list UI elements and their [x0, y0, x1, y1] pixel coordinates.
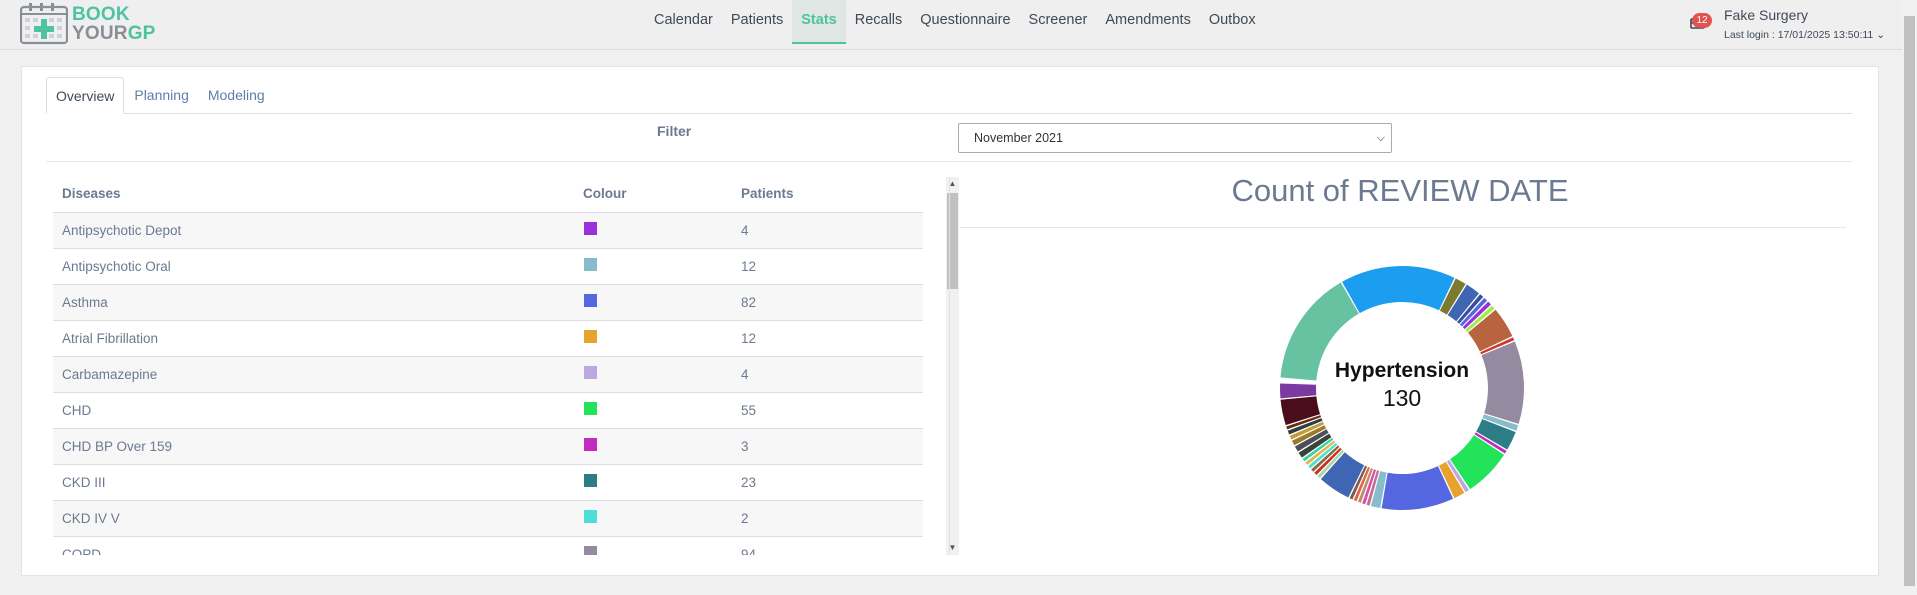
scroll-up-icon[interactable]: ▲ [946, 177, 959, 191]
donut-slice[interactable] [1481, 341, 1524, 424]
calendar-plus-icon [19, 3, 69, 45]
logo-line-2a: YOUR [72, 23, 128, 44]
colour-swatch [584, 366, 597, 379]
header-diseases[interactable]: Diseases [62, 186, 121, 201]
filter-row: Filter November 2021 ⌵ [46, 114, 1852, 162]
disease-name: Carbamazepine [62, 367, 158, 382]
donut-slice[interactable] [1320, 452, 1365, 498]
inbox-icon[interactable]: 12 [1688, 11, 1712, 31]
disease-name: CKD IV V [62, 511, 120, 526]
donut-center-value: 130 [1383, 385, 1421, 411]
disease-name: CHD [62, 403, 92, 418]
disease-name: Antipsychotic Oral [62, 259, 171, 274]
table-body: Antipsychotic Depot 4 Antipsychotic Oral 12… [53, 213, 923, 555]
colour-swatch [584, 330, 597, 343]
patient-count: 82 [741, 295, 757, 310]
disease-name: CKD III [62, 475, 106, 490]
nav-questionnaire[interactable]: Questionnaire [911, 0, 1019, 44]
donut-slice[interactable] [1342, 266, 1455, 314]
tab-modeling[interactable]: Modeling [199, 77, 274, 114]
colour-swatch [584, 474, 597, 487]
patient-count: 55 [741, 403, 757, 418]
patient-count: 94 [741, 547, 757, 555]
patient-count: 12 [741, 331, 757, 346]
table-row[interactable]: CKD IV V 2 [53, 501, 923, 537]
table-row[interactable]: CHD 55 [53, 393, 923, 429]
chart-title: Count of REVIEW DATE [1231, 173, 1569, 208]
chevron-down-icon: ⌵ [1376, 132, 1385, 144]
app-logo[interactable]: BOOK YOURGP [19, 3, 156, 45]
review-date-donut-chart: Hypertension 130 [1280, 266, 1524, 510]
main-nav: Calendar Patients Stats Recalls Question… [645, 0, 1265, 44]
nav-calendar[interactable]: Calendar [645, 0, 722, 44]
donut-slice[interactable] [1280, 396, 1321, 426]
chart-title-rule [960, 227, 1846, 228]
last-login-text: Last login : 17/01/2025 13:50:11 [1724, 29, 1874, 41]
table-row[interactable]: CKD III 23 [53, 465, 923, 501]
table-row[interactable]: Asthma 82 [53, 285, 923, 321]
tab-overview[interactable]: Overview [46, 77, 125, 114]
disease-name: CHD BP Over 159 [62, 439, 173, 454]
table-row[interactable]: CHD BP Over 159 3 [53, 429, 923, 465]
donut-slice[interactable] [1450, 435, 1505, 490]
colour-swatch [584, 438, 597, 451]
last-login[interactable]: Last login : 17/01/2025 13:50:11 ⌄ [1724, 29, 1885, 41]
column-divider [949, 177, 950, 555]
donut-slice[interactable] [1280, 383, 1317, 399]
disease-name: COPD [62, 547, 102, 555]
nav-amendments[interactable]: Amendments [1096, 0, 1199, 44]
colour-swatch [584, 402, 597, 415]
logo-line-2b: GP [127, 23, 156, 44]
header-colour[interactable]: Colour [583, 186, 627, 201]
scroll-down-icon[interactable]: ▼ [946, 541, 959, 555]
colour-swatch [584, 222, 597, 235]
surgery-name[interactable]: Fake Surgery [1724, 7, 1808, 23]
table-row[interactable]: Antipsychotic Depot 4 [53, 213, 923, 249]
chevron-down-icon: ⌄ [1876, 29, 1885, 41]
disease-name: Atrial Fibrillation [62, 331, 159, 346]
colour-swatch [584, 258, 597, 271]
tab-planning[interactable]: Planning [125, 77, 198, 114]
page-scrollbar[interactable] [1902, 0, 1917, 595]
patient-count: 4 [741, 223, 749, 238]
nav-outbox[interactable]: Outbox [1200, 0, 1265, 44]
month-select-value: November 2021 [974, 131, 1063, 145]
month-select[interactable]: November 2021 ⌵ [958, 123, 1392, 153]
nav-stats[interactable]: Stats [792, 0, 846, 44]
nav-recalls[interactable]: Recalls [846, 0, 912, 44]
nav-patients[interactable]: Patients [722, 0, 792, 44]
colour-swatch [584, 294, 597, 307]
disease-name: Asthma [62, 295, 108, 310]
header-patients[interactable]: Patients [741, 186, 794, 201]
table-scrollbar[interactable]: ▲ ▼ [946, 177, 959, 555]
nav-screener[interactable]: Screener [1020, 0, 1097, 44]
table-row[interactable]: Atrial Fibrillation 12 [53, 321, 923, 357]
logo-line-1: BOOK [72, 4, 130, 25]
donut-center-label: Hypertension [1335, 359, 1469, 382]
table-row[interactable]: Carbamazepine 4 [53, 357, 923, 393]
page-scroll-thumb[interactable] [1904, 16, 1915, 586]
patient-count: 23 [741, 475, 757, 490]
notification-badge: 12 [1692, 13, 1712, 28]
top-navbar: BOOK YOURGP Calendar Patients Stats Reca… [0, 0, 1917, 50]
filter-label: Filter [657, 123, 692, 139]
table-header: Diseases Colour Patients [53, 177, 923, 213]
table-row[interactable]: Antipsychotic Oral 12 [53, 249, 923, 285]
patient-count: 4 [741, 367, 749, 382]
logo-line-2: YOURGP [72, 24, 156, 43]
stats-tabs: Overview Planning Modeling [46, 77, 1852, 114]
patient-count: 12 [741, 259, 757, 274]
patient-count: 3 [741, 439, 749, 454]
colour-swatch [584, 546, 597, 555]
disease-name: Antipsychotic Depot [62, 223, 182, 238]
colour-swatch [584, 510, 597, 523]
logo-text: BOOK YOURGP [72, 5, 156, 43]
diseases-table: Diseases Colour Patients Antipsychotic D… [53, 177, 959, 555]
patient-count: 2 [741, 511, 749, 526]
table-row[interactable]: COPD 94 [53, 537, 923, 555]
